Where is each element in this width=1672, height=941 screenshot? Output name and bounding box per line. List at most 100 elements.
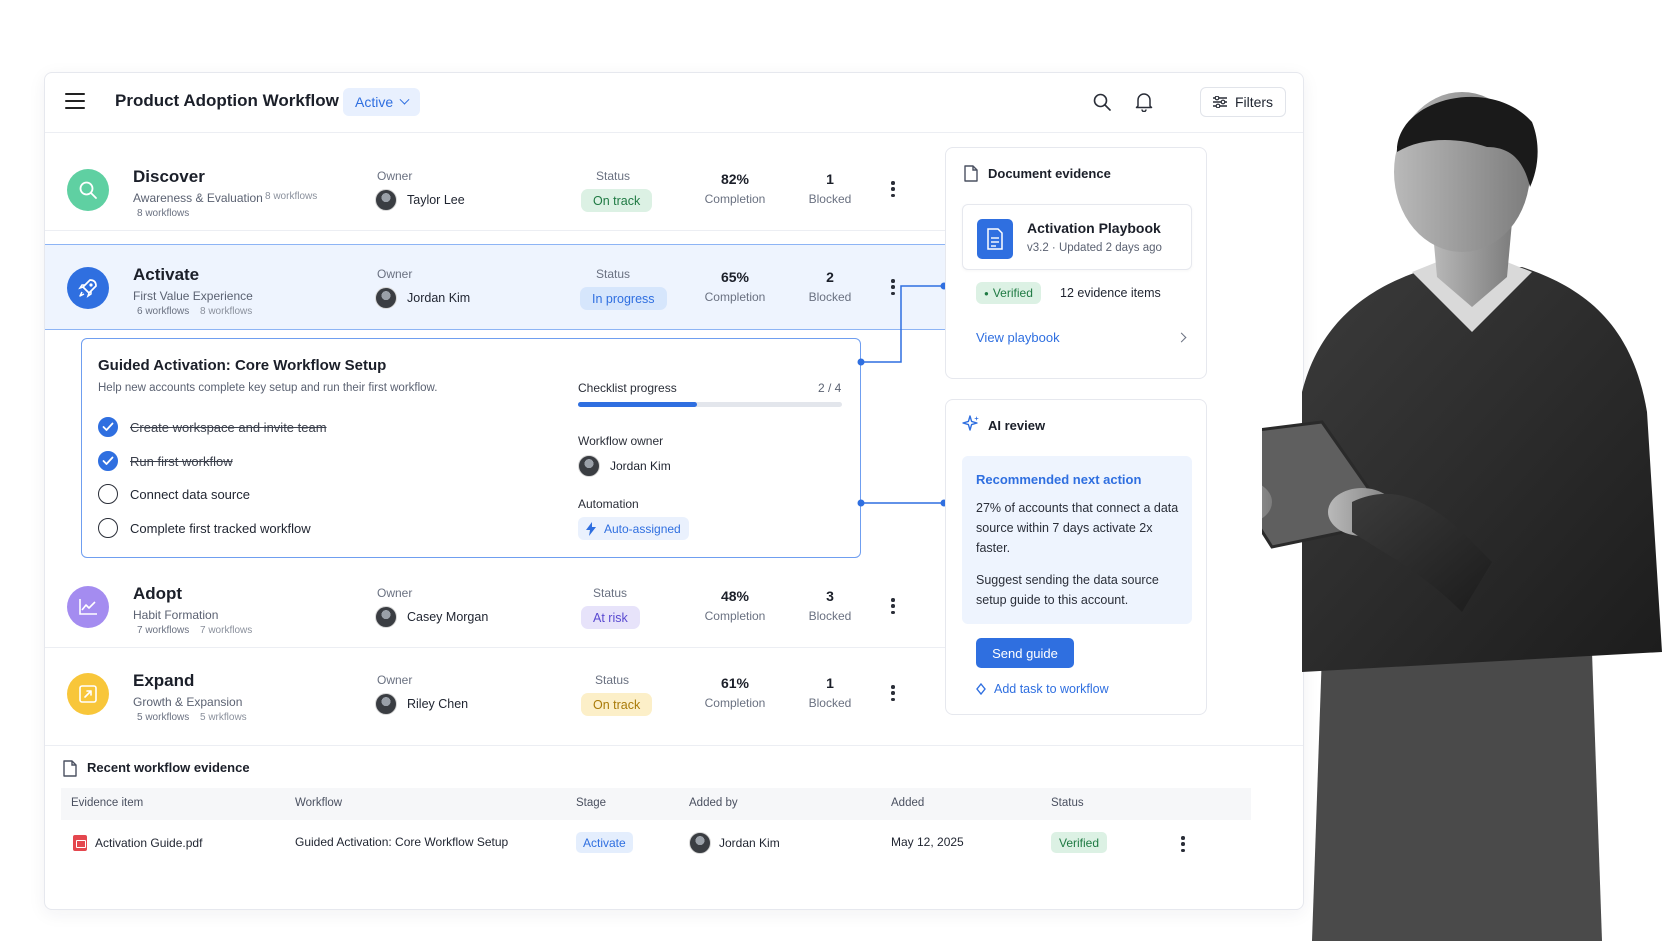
completion-metric: 65% Completion: [695, 269, 775, 304]
stage-row-discover[interactable]: Discover Awareness & Evaluation 8 workfl…: [45, 147, 983, 231]
completion-label: Completion: [704, 609, 766, 623]
column-header[interactable]: Added by: [689, 797, 738, 809]
owner-name: Taylor Lee: [407, 193, 465, 207]
stage-subtitle: First Value Experience: [133, 289, 253, 303]
guide-description: Help new accounts complete key setup and…: [98, 382, 438, 394]
blocked-metric: 3 Blocked: [800, 588, 860, 623]
workflow-owner: Jordan Kim: [578, 455, 671, 477]
automation-badge[interactable]: Auto-assigned: [578, 517, 689, 540]
avatar: [578, 455, 600, 477]
blocked-label: Blocked: [808, 192, 852, 206]
view-playbook-link[interactable]: View playbook: [976, 330, 1060, 345]
column-header[interactable]: Evidence item: [71, 797, 143, 809]
verified-badge: ● Verified: [976, 282, 1041, 304]
completion-value: 48%: [720, 588, 750, 604]
checklist-item[interactable]: Create workspace and invite team: [98, 417, 327, 437]
send-guide-button[interactable]: Send guide: [976, 638, 1074, 668]
search-icon: [67, 169, 109, 211]
evidence-item-name: Activation Guide.pdf: [95, 836, 203, 850]
column-header[interactable]: Added: [891, 797, 924, 809]
avatar: [375, 189, 397, 211]
workflow-owner-label: Workflow owner: [578, 434, 664, 448]
status-cell: Verified: [1051, 832, 1108, 853]
stage-row-expand[interactable]: Expand Growth & Expansion 5 workflows 5 …: [45, 651, 983, 735]
checklist-item-label: Run first workflow: [130, 453, 233, 469]
bell-icon[interactable]: [1135, 92, 1153, 112]
stage-workflow-count: 5 workflows: [137, 712, 190, 723]
table-header: Evidence item Workflow Stage Added by Ad…: [61, 788, 1251, 820]
stage-tag: Activate: [576, 832, 633, 853]
add-task-link[interactable]: Add task to workflow: [976, 682, 1109, 696]
blocked-metric: 2 Blocked: [800, 269, 860, 304]
stage-subtitle: Growth & Expansion: [133, 695, 243, 709]
completion-metric: 82% Completion: [695, 171, 775, 206]
more-options-icon[interactable]: [891, 279, 895, 295]
blocked-value: 3: [826, 588, 834, 604]
progress-fill: [578, 402, 697, 407]
status-badge: On track: [581, 189, 653, 212]
column-header[interactable]: Status: [1051, 797, 1084, 809]
table-row[interactable]: Activation Guide.pdf Guided Activation: …: [61, 826, 1251, 862]
stage-subtitle: Awareness & Evaluation: [133, 191, 263, 205]
document-meta: v3.2 · Updated 2 days ago: [1027, 242, 1162, 254]
checkbox-checked-icon[interactable]: [98, 451, 118, 471]
document-name: Activation Playbook: [1027, 220, 1161, 236]
document-icon: [964, 165, 978, 182]
evidence-item-cell[interactable]: Activation Guide.pdf: [73, 835, 202, 851]
avatar: [375, 287, 397, 309]
status-dropdown[interactable]: Active: [343, 88, 421, 116]
panel-title: AI review: [988, 418, 1046, 433]
avatar: [375, 693, 397, 715]
ai-review-panel: AI review Recommended next action 27% of…: [945, 399, 1207, 715]
status-badge: In progress: [580, 287, 667, 310]
blocked-value: 2: [826, 269, 834, 285]
chevron-down-icon: [399, 94, 410, 105]
document-card[interactable]: Activation Playbook v3.2 · Updated 2 day…: [962, 204, 1192, 270]
column-header[interactable]: Stage: [576, 797, 606, 809]
stage-cell: Activate: [576, 832, 633, 853]
completion-value: 65%: [720, 269, 750, 285]
checkbox-checked-icon[interactable]: [98, 417, 118, 437]
completion-label: Completion: [704, 290, 766, 304]
more-options-icon[interactable]: [891, 598, 895, 614]
hamburger-menu-icon[interactable]: [65, 93, 85, 109]
checkbox-empty-icon[interactable]: [98, 484, 118, 504]
checklist-item-label: Connect data source: [130, 486, 250, 502]
added-by-name: Jordan Kim: [719, 836, 780, 850]
chevron-right-icon[interactable]: [1176, 332, 1187, 343]
checklist-item[interactable]: Connect data source: [98, 484, 250, 504]
more-options-icon[interactable]: [1181, 836, 1185, 852]
stage-row-activate[interactable]: Activate First Value Experience 6 workfl…: [45, 244, 983, 330]
completion-value: 82%: [720, 171, 750, 187]
status-badge: On track: [581, 693, 653, 716]
checklist-item[interactable]: Run first workflow: [98, 451, 233, 471]
stage-workflow-count: 8 workflows: [137, 208, 190, 219]
sliders-icon: [1212, 96, 1227, 108]
stage-owner: Taylor Lee: [375, 189, 465, 211]
recommendation-insight: 27% of accounts that connect a data sour…: [976, 501, 1179, 555]
stage-row-adopt[interactable]: Adopt Habit Formation 7 workflows 7 work…: [45, 564, 983, 648]
section-title: Recent workflow evidence: [87, 760, 250, 775]
checklist-item[interactable]: Complete first tracked workflow: [98, 518, 311, 538]
column-header[interactable]: Workflow: [295, 797, 342, 809]
stage-workflow-count-faded: 8 workflows: [200, 306, 253, 317]
completion-label: Completion: [704, 696, 766, 710]
status-label: Status: [596, 169, 631, 183]
more-options-icon[interactable]: [891, 685, 895, 701]
guide-title: Guided Activation: Core Workflow Setup: [98, 357, 387, 374]
checklist-item-label: Complete first tracked workflow: [130, 520, 311, 536]
checkbox-empty-icon[interactable]: [98, 518, 118, 538]
pdf-file-icon: [73, 835, 87, 851]
sparkle-icon: [962, 415, 979, 431]
more-options-icon[interactable]: [891, 181, 895, 197]
owner-name: Casey Morgan: [407, 610, 489, 624]
stage-subtitle: Habit Formation: [133, 608, 219, 622]
stage-workflow-count-faded: 8 workflows: [265, 191, 318, 202]
recent-evidence-section: Recent workflow evidence Evidence item W…: [45, 745, 1303, 909]
lightning-icon: [586, 521, 596, 536]
status-dropdown-label: Active: [355, 94, 394, 110]
search-icon[interactable]: [1093, 93, 1111, 111]
expand-icon: [67, 673, 109, 715]
blocked-label: Blocked: [808, 609, 852, 623]
workflow-cell: Guided Activation: Core Workflow Setup: [295, 835, 509, 849]
